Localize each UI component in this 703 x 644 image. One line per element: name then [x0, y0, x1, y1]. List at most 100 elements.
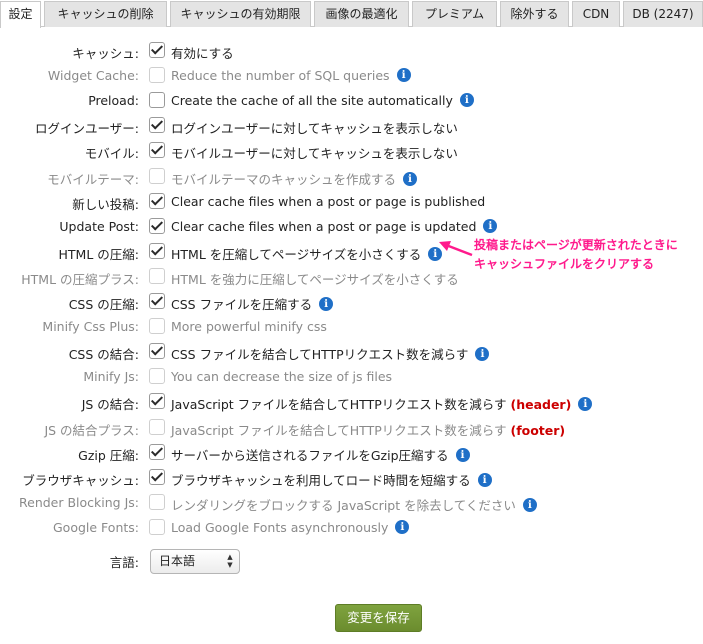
language-label: 言語: [109, 555, 139, 570]
setting-description-text: 有効にする [171, 46, 234, 61]
setting-description-text: HTML を強力に圧縮してページサイズを小さくする [171, 272, 459, 287]
setting-row: Render Blocking Js: レンダリングをブロックする JavaScr… [0, 491, 703, 516]
setting-description-text: Load Google Fonts asynchronously [171, 520, 389, 535]
setting-checkbox[interactable] [149, 67, 165, 83]
info-icon[interactable]: i [403, 172, 418, 186]
tab-premium[interactable]: プレミアム [412, 1, 497, 27]
setting-checkbox[interactable] [149, 393, 165, 409]
setting-description: Clear cache files when a post or page is… [171, 194, 485, 209]
setting-label: Preload: [88, 93, 139, 108]
setting-row: Preload: Create the cache of all the site… [0, 89, 703, 114]
tab-image-optimization[interactable]: 画像の最適化 [314, 1, 409, 27]
setting-description-text: Clear cache files when a post or page is… [171, 219, 477, 234]
setting-row: モバイル: モバイルユーザーに対してキャッシュを表示しない [0, 139, 703, 164]
setting-checkbox[interactable] [149, 519, 165, 535]
info-icon[interactable]: i [477, 473, 492, 487]
language-select[interactable]: 日本語 ▲ ▼ [150, 549, 240, 574]
setting-label: ログインユーザー: [35, 121, 139, 136]
setting-checkbox[interactable] [149, 318, 165, 334]
setting-description: Reduce the number of SQL queries i [171, 68, 411, 83]
setting-row: CSS の結合: CSS ファイルを結合してHTTPリクエスト数を減らす i [0, 340, 703, 365]
setting-description: ログインユーザーに対してキャッシュを表示しない [171, 118, 458, 137]
setting-checkbox[interactable] [149, 494, 165, 510]
setting-row: JS の結合プラス: JavaScript ファイルを結合してHTTPリクエスト数… [0, 416, 703, 441]
setting-label: HTML の圧縮プラス: [21, 272, 139, 287]
tab-settings[interactable]: 設定 [0, 1, 41, 28]
setting-checkbox[interactable] [149, 368, 165, 384]
info-icon[interactable]: i [455, 448, 470, 462]
setting-description: CSS ファイルを結合してHTTPリクエスト数を減らす i [171, 344, 490, 363]
setting-checkbox[interactable] [149, 293, 165, 309]
setting-description: Create the cache of all the site automat… [171, 93, 474, 108]
setting-checkbox[interactable] [149, 142, 165, 158]
setting-description: HTML を圧縮してページサイズを小さくする i [171, 244, 443, 263]
select-arrows-icon: ▲ ▼ [227, 553, 233, 569]
setting-label: キャッシュ: [72, 46, 139, 61]
setting-label: Minify Css Plus: [42, 319, 139, 334]
setting-checkbox[interactable] [149, 92, 165, 108]
setting-description-text: CSS ファイルを圧縮する [171, 297, 313, 312]
setting-description: JavaScript ファイルを結合してHTTPリクエスト数を減らす (foot… [171, 420, 565, 439]
setting-label: 新しい投稿: [72, 197, 139, 212]
setting-label: Update Post: [59, 219, 139, 234]
annotation-line-2: キャッシュファイルをクリアする [474, 257, 655, 271]
setting-label: Widget Cache: [47, 68, 139, 83]
setting-description: Clear cache files when a post or page is… [171, 219, 498, 234]
info-icon[interactable]: i [483, 219, 498, 233]
setting-checkbox[interactable] [149, 268, 165, 284]
info-icon[interactable]: i [319, 297, 334, 311]
tab-delete-cache[interactable]: キャッシュの削除 [44, 1, 167, 27]
setting-row: ブラウザキャッシュ: ブラウザキャッシュを利用してロード時間を短縮する i [0, 466, 703, 491]
setting-row: Minify Js: You can decrease the size of j… [0, 365, 703, 390]
setting-row: Gzip 圧縮: サーバーから送信されるファイルをGzip圧縮する i [0, 441, 703, 466]
setting-checkbox[interactable] [149, 42, 165, 58]
tab-cache-timeout[interactable]: キャッシュの有効期限 [170, 1, 311, 27]
setting-row: 新しい投稿: Clear cache files when a post or p… [0, 190, 703, 215]
setting-label: CSS の結合: [68, 347, 139, 362]
setting-description-text: JavaScript ファイルを結合してHTTPリクエスト数を減らす [171, 397, 507, 412]
annotation-text: 投稿またはページが更新されたときに キャッシュファイルをクリアする [474, 236, 678, 274]
checkmark-icon [150, 444, 164, 457]
setting-description: You can decrease the size of js files [171, 369, 392, 384]
setting-description-text: ログインユーザーに対してキャッシュを表示しない [171, 121, 458, 136]
info-icon[interactable]: i [475, 347, 490, 361]
setting-description-text: HTML を圧縮してページサイズを小さくする [171, 247, 422, 262]
setting-description-text: Reduce the number of SQL queries [171, 68, 390, 83]
info-icon[interactable]: i [578, 397, 593, 411]
setting-checkbox[interactable] [149, 243, 165, 259]
setting-description-text: サーバーから送信されるファイルをGzip圧縮する [171, 448, 449, 463]
setting-checkbox[interactable] [149, 218, 165, 234]
setting-label: JS の結合プラス: [44, 423, 139, 438]
checkmark-icon [150, 193, 164, 206]
setting-checkbox[interactable] [149, 193, 165, 209]
setting-checkbox[interactable] [149, 469, 165, 485]
setting-row: キャッシュ: 有効にする [0, 39, 703, 64]
setting-checkbox[interactable] [149, 343, 165, 359]
setting-description: レンダリングをブロックする JavaScript を除去してください i [171, 495, 537, 514]
tab-exclude[interactable]: 除外する [500, 1, 569, 27]
setting-description-text: Clear cache files when a post or page is… [171, 194, 486, 209]
setting-label: CSS の圧縮: [68, 297, 139, 312]
setting-description-text: You can decrease the size of js files [171, 369, 393, 384]
setting-description-text: Create the cache of all the site automat… [171, 93, 453, 108]
info-icon[interactable]: i [459, 93, 474, 107]
setting-checkbox[interactable] [149, 419, 165, 435]
tab-cdn[interactable]: CDN [572, 1, 620, 27]
info-icon[interactable]: i [395, 520, 410, 534]
setting-checkbox[interactable] [149, 168, 165, 184]
setting-description: Load Google Fonts asynchronously i [171, 520, 410, 535]
tab-db[interactable]: DB (2247) [623, 1, 703, 27]
annotation-arrow-icon [439, 241, 473, 257]
info-icon[interactable]: i [396, 68, 411, 82]
setting-description-text: レンダリングをブロックする JavaScript を除去してください [171, 498, 516, 513]
setting-row: ログインユーザー: ログインユーザーに対してキャッシュを表示しない [0, 114, 703, 139]
info-icon[interactable]: i [522, 498, 537, 512]
save-button[interactable]: 変更を保存 [335, 604, 422, 632]
setting-checkbox[interactable] [149, 444, 165, 460]
checkmark-icon [150, 469, 164, 482]
setting-description-text: モバイルテーマのキャッシュを作成する [171, 172, 397, 187]
setting-checkbox[interactable] [149, 117, 165, 133]
setting-row: CSS の圧縮: CSS ファイルを圧縮する i [0, 290, 703, 315]
checkmark-icon [150, 243, 164, 256]
setting-position-tag: (footer) [510, 423, 566, 438]
